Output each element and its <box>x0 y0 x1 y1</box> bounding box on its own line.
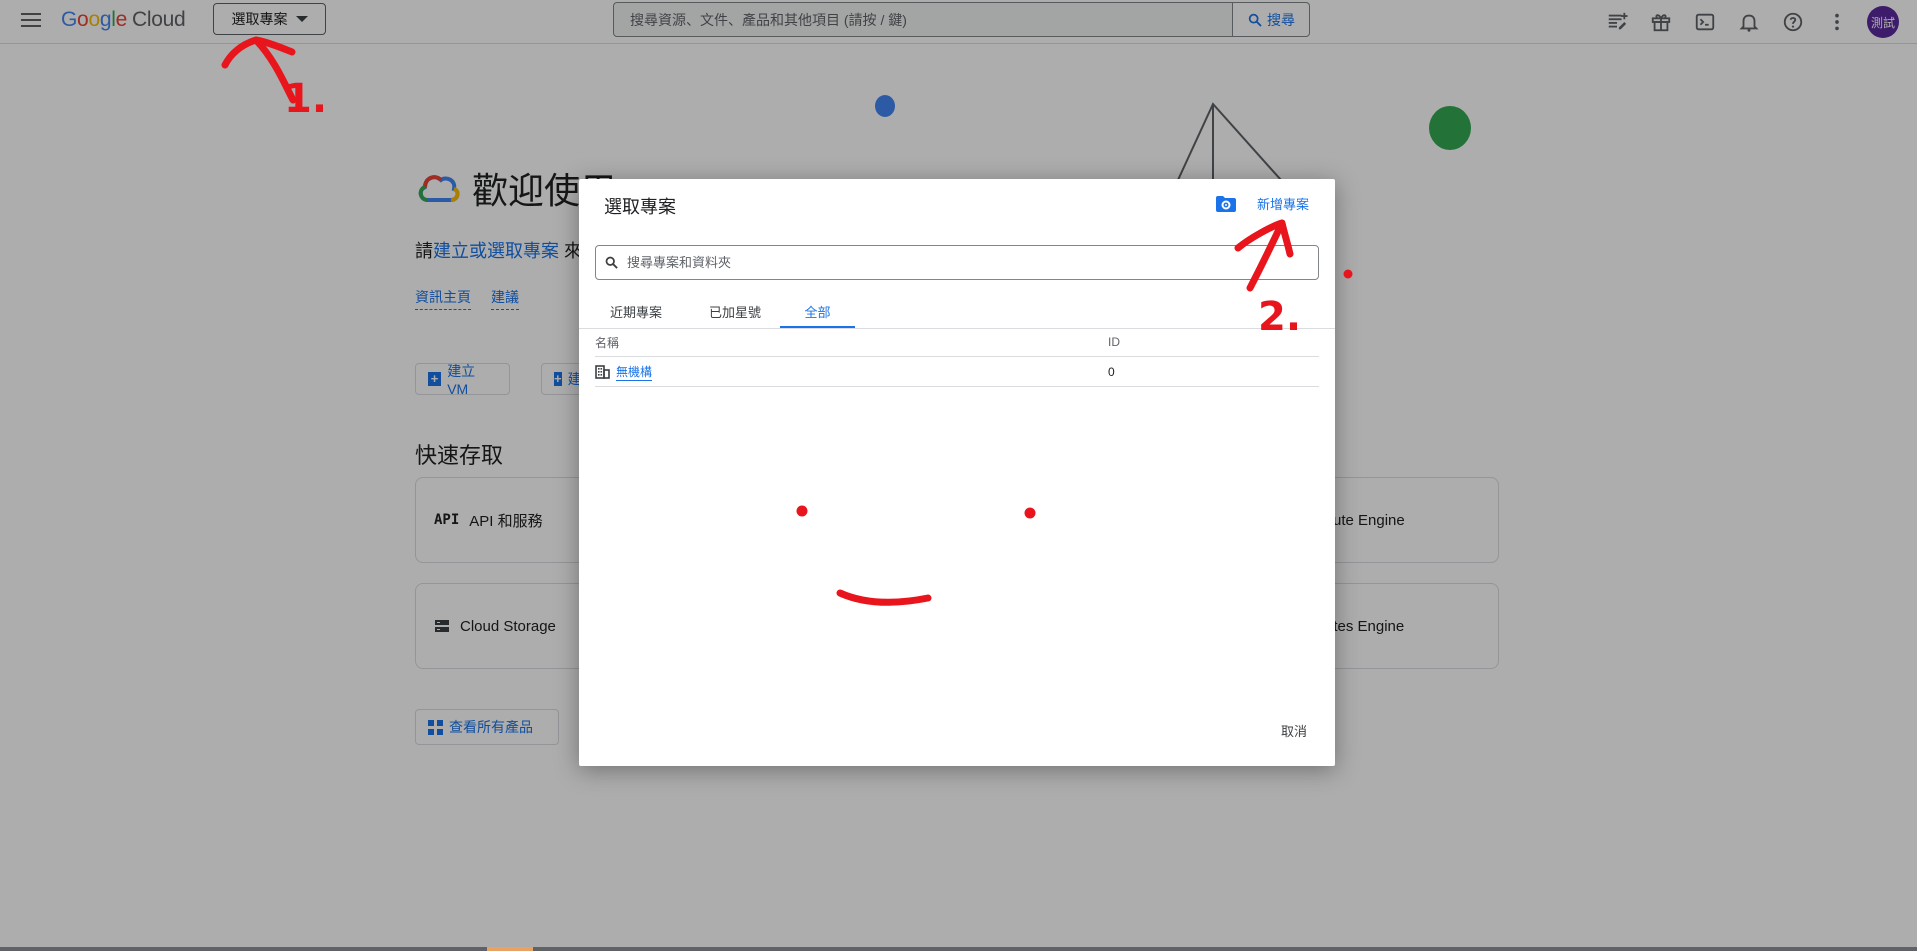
table-header: 名稱 ID <box>595 328 1319 357</box>
row-name-cell: 無機構 <box>595 358 653 386</box>
column-header-id: ID <box>1108 335 1120 349</box>
cancel-button[interactable]: 取消 <box>1281 721 1307 740</box>
bottom-bar <box>0 947 1917 951</box>
new-project-button[interactable]: 新增專案 <box>1257 194 1309 213</box>
organization-icon <box>595 365 610 379</box>
tab-recent-projects[interactable]: 近期專案 <box>589 296 683 327</box>
tab-all[interactable]: 全部 <box>780 296 855 328</box>
column-header-name: 名稱 <box>595 335 620 350</box>
tab-starred[interactable]: 已加星號 <box>688 296 782 327</box>
bottom-bar-accent <box>487 947 533 951</box>
select-project-dialog: 選取專案 新增專案 近期專案 已加星號 全部 名稱 ID 無機構 0 取消 <box>579 179 1335 766</box>
dialog-header-actions: 新增專案 <box>1215 194 1309 213</box>
no-organization-link[interactable]: 無機構 <box>616 363 653 381</box>
dialog-tabs: 近期專案 已加星號 全部 <box>579 296 1335 329</box>
dialog-search-field <box>595 245 1319 280</box>
folder-settings-icon[interactable] <box>1215 195 1237 213</box>
table-row[interactable]: 無機構 0 <box>595 358 1319 387</box>
search-icon <box>605 256 618 269</box>
dialog-title: 選取專案 <box>604 197 676 217</box>
row-id-cell: 0 <box>1108 365 1115 379</box>
dialog-search-input[interactable] <box>625 254 1318 271</box>
